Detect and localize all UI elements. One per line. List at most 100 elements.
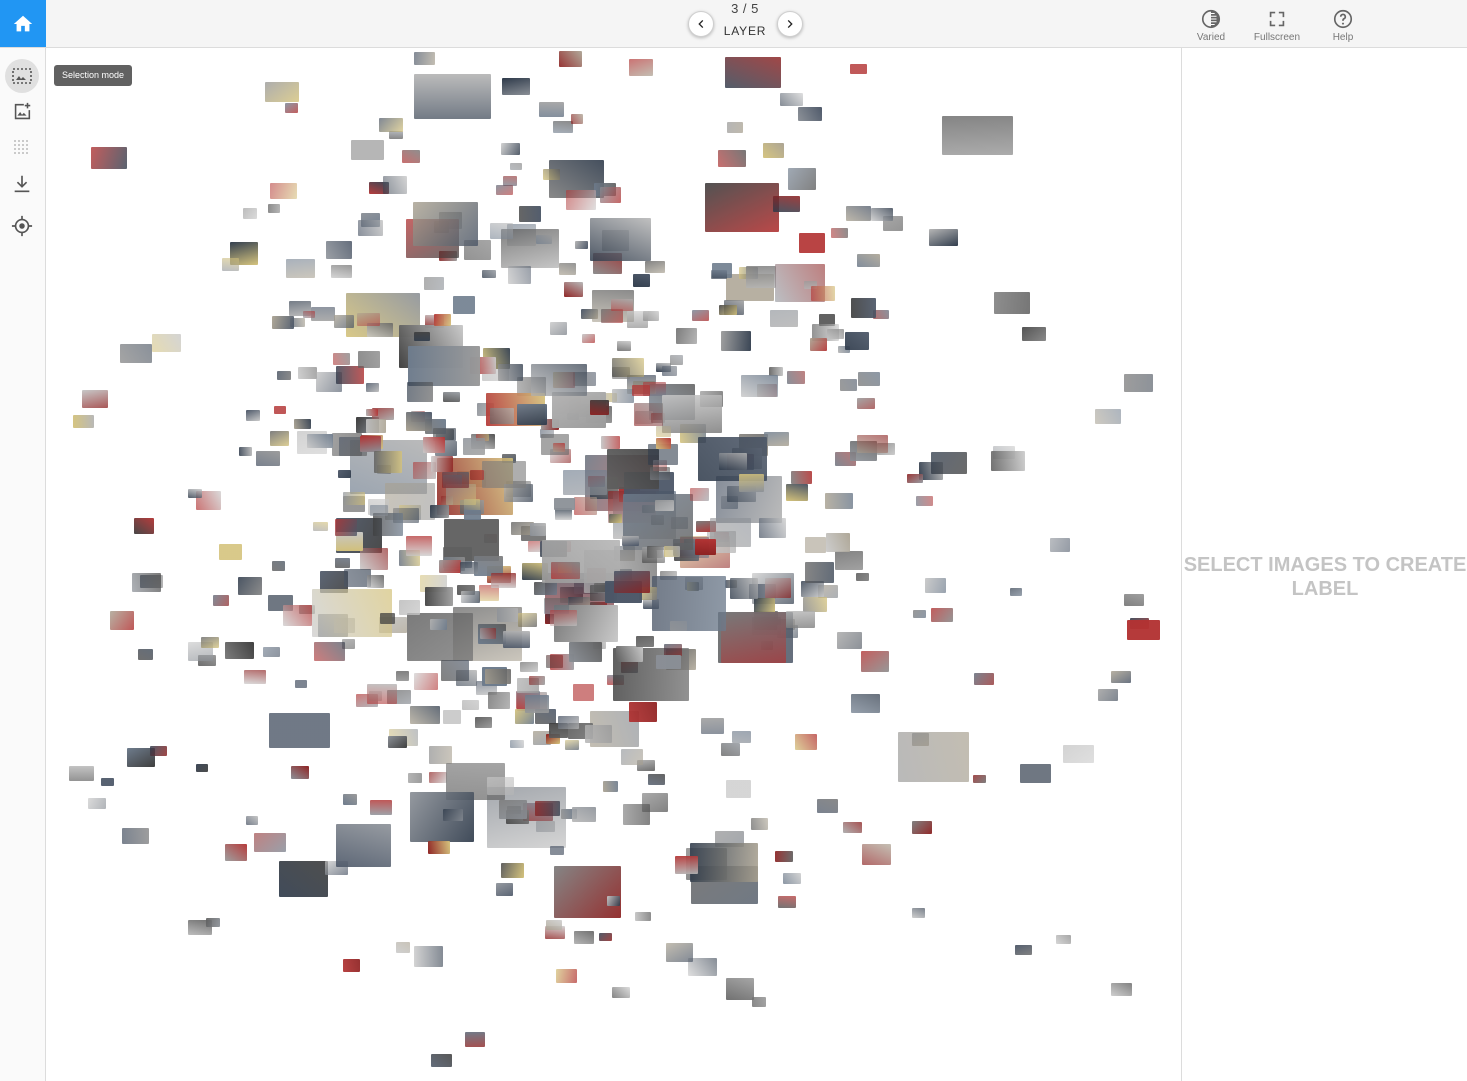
car-thumbnail[interactable]: [414, 332, 431, 342]
car-thumbnail[interactable]: [695, 539, 717, 556]
car-thumbnail[interactable]: [581, 333, 595, 343]
car-thumbnail[interactable]: [770, 309, 799, 327]
car-thumbnail[interactable]: [212, 595, 229, 607]
car-thumbnail[interactable]: [268, 203, 281, 213]
car-thumbnail[interactable]: [552, 442, 565, 452]
car-thumbnail[interactable]: [780, 92, 803, 106]
car-thumbnail[interactable]: [601, 435, 621, 449]
car-thumbnail[interactable]: [799, 233, 826, 254]
car-thumbnail[interactable]: [152, 334, 182, 353]
car-thumbnail[interactable]: [88, 798, 107, 810]
car-thumbnail[interactable]: [676, 327, 698, 344]
car-thumbnail[interactable]: [469, 469, 484, 480]
car-thumbnail[interactable]: [501, 78, 530, 96]
car-thumbnail[interactable]: [120, 344, 153, 364]
car-thumbnail[interactable]: [525, 695, 550, 714]
car-thumbnail[interactable]: [1015, 944, 1033, 955]
car-thumbnail[interactable]: [270, 182, 298, 199]
car-thumbnail[interactable]: [599, 186, 621, 203]
car-thumbnail[interactable]: [427, 840, 450, 854]
car-thumbnail[interactable]: [443, 808, 464, 821]
car-thumbnail[interactable]: [675, 856, 699, 875]
car-thumbnail[interactable]: [413, 946, 443, 968]
car-thumbnail[interactable]: [429, 772, 448, 784]
car-thumbnail[interactable]: [857, 397, 876, 409]
car-thumbnail[interactable]: [337, 469, 351, 478]
car-thumbnail[interactable]: [360, 547, 389, 570]
car-thumbnail[interactable]: [336, 366, 365, 385]
car-thumbnail[interactable]: [642, 792, 669, 812]
car-thumbnail[interactable]: [434, 313, 452, 326]
car-thumbnail[interactable]: [286, 259, 316, 279]
car-thumbnail[interactable]: [330, 264, 352, 278]
car-thumbnail[interactable]: [379, 118, 404, 133]
car-thumbnail[interactable]: [725, 978, 754, 1001]
car-thumbnail[interactable]: [245, 815, 258, 825]
car-thumbnail[interactable]: [646, 545, 663, 558]
car-thumbnail[interactable]: [617, 341, 632, 352]
car-thumbnail[interactable]: [443, 391, 461, 402]
car-thumbnail[interactable]: [509, 163, 522, 171]
car-thumbnail[interactable]: [370, 800, 393, 816]
car-thumbnail[interactable]: [401, 149, 420, 163]
car-thumbnail[interactable]: [849, 63, 867, 74]
car-thumbnail[interactable]: [488, 692, 511, 710]
car-thumbnail[interactable]: [930, 451, 967, 474]
car-thumbnail[interactable]: [725, 779, 751, 798]
car-thumbnail[interactable]: [360, 436, 382, 453]
car-thumbnail[interactable]: [489, 407, 514, 424]
car-thumbnail[interactable]: [406, 535, 433, 556]
car-thumbnail[interactable]: [269, 713, 331, 749]
car-thumbnail[interactable]: [358, 351, 381, 369]
car-thumbnail[interactable]: [224, 843, 247, 861]
car-thumbnail[interactable]: [534, 582, 558, 596]
car-thumbnail[interactable]: [1010, 588, 1023, 597]
car-thumbnail[interactable]: [490, 573, 516, 589]
car-thumbnail[interactable]: [654, 499, 674, 511]
car-thumbnail[interactable]: [817, 798, 839, 813]
car-thumbnail[interactable]: [570, 113, 583, 124]
car-thumbnail[interactable]: [545, 654, 563, 668]
car-thumbnail[interactable]: [442, 472, 470, 489]
car-thumbnail[interactable]: [91, 147, 128, 170]
car-thumbnail[interactable]: [255, 451, 280, 467]
car-thumbnail[interactable]: [499, 799, 528, 819]
car-thumbnail[interactable]: [1110, 982, 1132, 996]
car-thumbnail[interactable]: [373, 450, 402, 473]
car-thumbnail[interactable]: [131, 573, 161, 593]
car-thumbnail[interactable]: [575, 240, 589, 249]
grid-button[interactable]: [5, 131, 39, 165]
car-thumbnail[interactable]: [559, 51, 583, 68]
car-thumbnail[interactable]: [551, 561, 581, 579]
car-thumbnail[interactable]: [906, 473, 923, 483]
car-thumbnail[interactable]: [718, 150, 747, 168]
car-thumbnail[interactable]: [584, 725, 612, 744]
car-thumbnail[interactable]: [442, 709, 461, 724]
car-thumbnail[interactable]: [1110, 671, 1131, 684]
car-thumbnail[interactable]: [501, 143, 521, 156]
car-thumbnail[interactable]: [440, 659, 469, 681]
car-thumbnail[interactable]: [785, 611, 815, 629]
car-thumbnail[interactable]: [797, 107, 822, 122]
car-thumbnail[interactable]: [566, 190, 597, 211]
car-thumbnail[interactable]: [1126, 620, 1160, 641]
car-thumbnail[interactable]: [430, 1053, 452, 1067]
car-thumbnail[interactable]: [496, 882, 514, 896]
car-thumbnail[interactable]: [334, 557, 350, 568]
car-thumbnail[interactable]: [786, 484, 809, 502]
car-thumbnail[interactable]: [726, 121, 743, 133]
car-thumbnail[interactable]: [911, 908, 925, 919]
car-thumbnail[interactable]: [138, 648, 154, 660]
car-thumbnail[interactable]: [928, 228, 958, 246]
car-thumbnail[interactable]: [558, 716, 580, 730]
car-thumbnail[interactable]: [366, 683, 397, 704]
car-thumbnail[interactable]: [842, 822, 862, 834]
car-thumbnail[interactable]: [406, 381, 433, 402]
image-scatter-canvas[interactable]: [46, 48, 1181, 1081]
car-thumbnail[interactable]: [622, 535, 640, 546]
car-thumbnail[interactable]: [1095, 409, 1121, 425]
car-thumbnail[interactable]: [851, 297, 877, 318]
car-thumbnail[interactable]: [556, 969, 578, 984]
car-thumbnail[interactable]: [739, 473, 765, 492]
car-thumbnail[interactable]: [326, 241, 353, 260]
